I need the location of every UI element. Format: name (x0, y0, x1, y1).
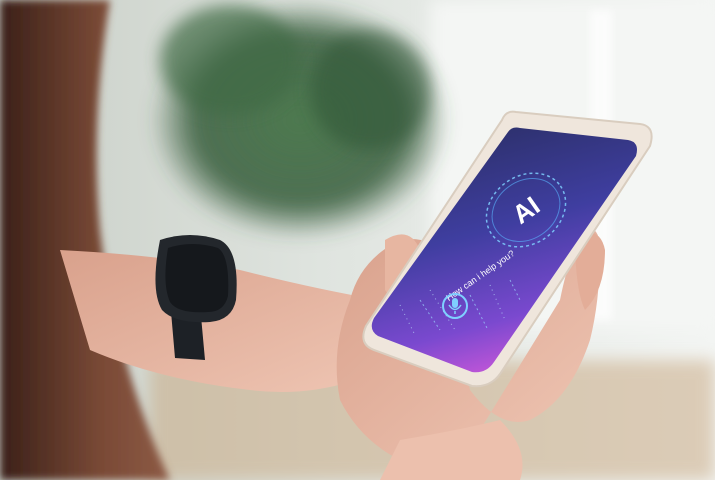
plant-leaf (310, 30, 430, 150)
photo-scene: AI How can i help you? (0, 0, 715, 480)
photo: AI How can i help you? (0, 0, 715, 480)
plant-leaf (160, 5, 300, 115)
